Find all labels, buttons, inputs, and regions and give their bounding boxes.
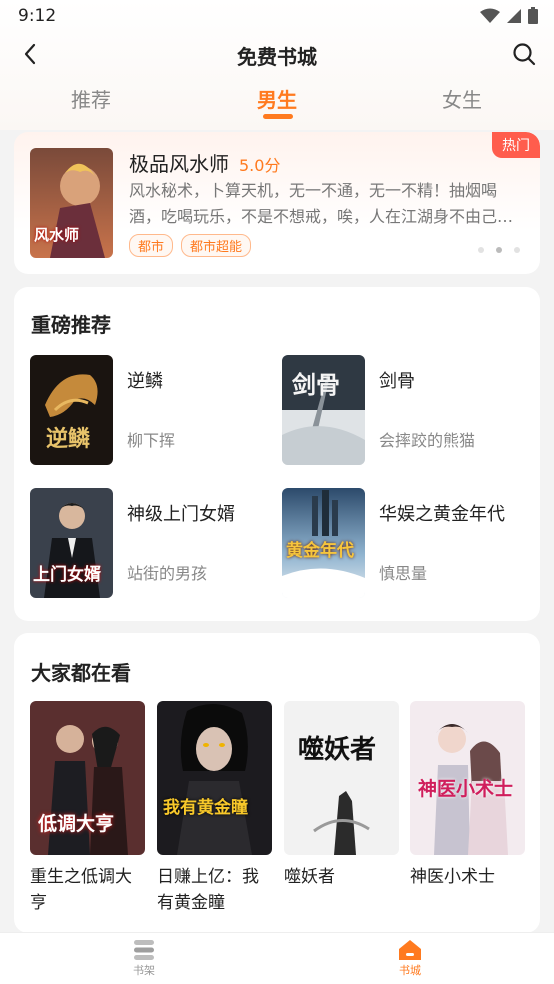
book-cover[interactable]: 噬妖者	[284, 701, 399, 855]
banner-pagination	[478, 247, 520, 253]
hot-badge: 热门	[492, 132, 540, 158]
nav-label: 书架	[133, 964, 155, 977]
book-author: 站街的男孩	[127, 564, 208, 583]
book-title: 神医小术士	[410, 867, 495, 887]
book-cover-text: 上门女婿	[33, 565, 101, 585]
bottom-navigation: 书架 书城	[0, 932, 554, 984]
nav-label: 书城	[399, 964, 421, 977]
tag[interactable]: 都市	[129, 234, 174, 257]
tab-female[interactable]: 女生	[402, 84, 522, 113]
hot-title-row: 极品风水师 5.0分	[129, 148, 280, 177]
popular-section-title: 大家都在看	[31, 661, 131, 685]
book-author: 慎思量	[379, 564, 428, 583]
book-title: 逆鳞	[127, 371, 163, 392]
book-title: 剑骨	[379, 371, 415, 392]
popular-book-item[interactable]: 我有黄金瞳 日赚上亿：我有黄金瞳	[157, 701, 272, 916]
search-button[interactable]	[508, 38, 540, 70]
book-item[interactable]: 逆鳞 逆鳞 柳下挥	[30, 355, 270, 467]
book-cover[interactable]: 逆鳞	[30, 355, 113, 465]
status-bar: 9:12	[0, 0, 554, 32]
book-title: 日赚上亿：我有黄金瞳	[157, 867, 259, 913]
hot-book-tags: 都市 都市超能	[129, 234, 252, 257]
book-cover-text: 逆鳞	[46, 426, 91, 452]
book-cover[interactable]: 黄金年代	[282, 488, 365, 598]
home-icon	[399, 940, 421, 960]
book-cover[interactable]: 上门女婿	[30, 488, 113, 598]
hot-book-cover[interactable]: 风水师	[30, 148, 113, 258]
book-title: 华娱之黄金年代	[379, 504, 505, 525]
tab-indicator	[263, 114, 293, 119]
popular-section: 大家都在看 低调大亨 重生之低调大亨 我有黄金瞳 日赚上亿：我有黄金瞳 噬妖者 …	[14, 633, 540, 933]
search-icon	[513, 43, 536, 66]
book-author: 柳下挥	[127, 431, 176, 450]
page-title: 免费书城	[237, 45, 317, 69]
book-cover-text: 剑骨	[292, 370, 340, 399]
hot-book-description: 风水秘术，卜算天机，无一不通，无一不精！抽烟喝酒，吃喝玩乐，不是不想戒，唉，人在…	[129, 181, 514, 226]
book-title: 噬妖者	[284, 867, 335, 887]
popular-book-item[interactable]: 神医小术士 神医小术士	[410, 701, 525, 890]
book-cover-text: 噬妖者	[298, 735, 377, 765]
book-item[interactable]: 上门女婿 神级上门女婿 站街的男孩	[30, 488, 270, 600]
book-cover[interactable]: 低调大亨	[30, 701, 145, 855]
book-item[interactable]: 剑骨 剑骨 会摔跤的熊猫	[282, 355, 522, 467]
pagination-dot	[514, 247, 520, 253]
signal-icon	[507, 8, 521, 23]
featured-section: 重磅推荐 逆鳞 逆鳞 柳下挥 剑骨 剑骨 会摔跤的熊猫 上门女婿 神级上门女婿 …	[14, 287, 540, 621]
book-title: 神级上门女婿	[127, 504, 235, 525]
hot-banner[interactable]: 热门 风水师 极品风水师 5.0分 风水秘术，卜算天机，无一不通，无一不精！抽烟…	[14, 132, 540, 274]
book-cover[interactable]: 神医小术士	[410, 701, 525, 855]
book-title: 重生之低调大亨	[30, 867, 132, 913]
hot-cover-text: 风水师	[34, 226, 80, 244]
popular-book-item[interactable]: 噬妖者 噬妖者	[284, 701, 399, 890]
battery-icon	[528, 7, 538, 24]
status-time: 9:12	[18, 6, 57, 26]
nav-bar: 免费书城	[0, 32, 554, 76]
nav-bookshelf[interactable]: 书架	[104, 939, 184, 978]
book-cover-text: 低调大亨	[38, 813, 115, 835]
book-cover[interactable]: 剑骨	[282, 355, 365, 465]
book-cover-text: 黄金年代	[286, 541, 354, 561]
tag[interactable]: 都市超能	[181, 234, 252, 257]
pagination-dot	[478, 247, 484, 253]
book-author: 会摔跤的熊猫	[379, 431, 476, 450]
wifi-icon	[480, 8, 500, 23]
pagination-dot-active	[496, 247, 502, 253]
book-cover-text: 神医小术士	[418, 778, 514, 800]
hot-book-title[interactable]: 极品风水师	[129, 148, 229, 177]
tab-male[interactable]: 男生	[217, 84, 337, 113]
status-icons	[480, 7, 538, 24]
featured-section-title: 重磅推荐	[31, 313, 111, 337]
book-cover[interactable]: 我有黄金瞳	[157, 701, 272, 855]
book-item[interactable]: 黄金年代 华娱之黄金年代 慎思量	[282, 488, 522, 600]
nav-bookstore[interactable]: 书城	[370, 939, 450, 978]
popular-book-item[interactable]: 低调大亨 重生之低调大亨	[30, 701, 145, 916]
book-cover-text: 我有黄金瞳	[163, 798, 248, 818]
bookshelf-icon	[134, 940, 154, 960]
tab-recommend[interactable]: 推荐	[31, 84, 151, 113]
hot-book-score: 5.0分	[239, 156, 281, 175]
category-tabs: 推荐 男生 女生	[0, 80, 554, 124]
